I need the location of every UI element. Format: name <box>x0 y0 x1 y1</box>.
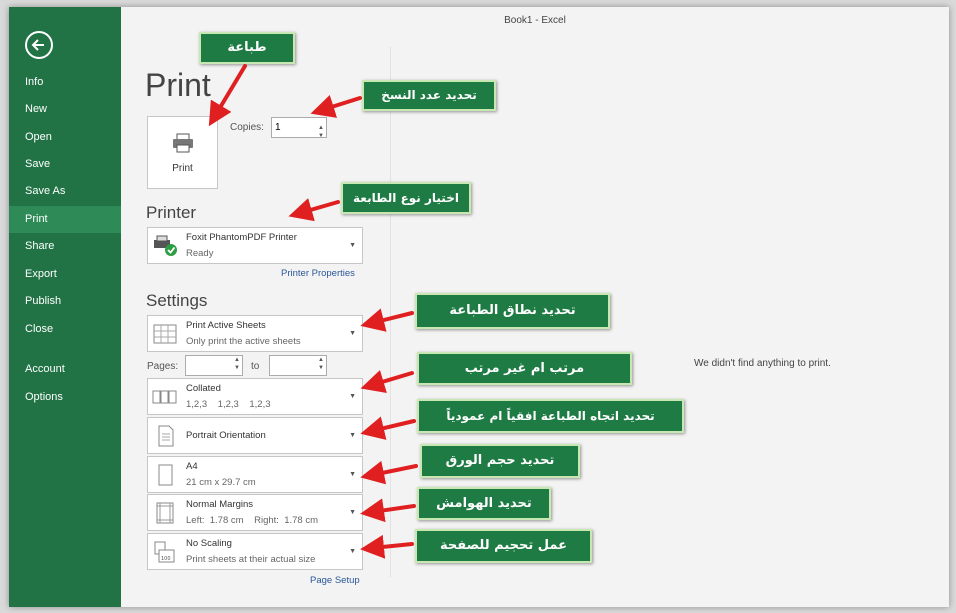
sidebar-item-publish[interactable]: Publish <box>9 288 121 315</box>
chevron-down-icon: ▼ <box>349 330 356 337</box>
callout-scaling: عمل تحجيم للصفحة <box>415 529 592 563</box>
pages-label: Pages: <box>147 361 179 372</box>
orientation-title: Portrait Orientation <box>186 430 266 441</box>
margins-subtitle: Left: 1.78 cm Right: 1.78 cm <box>186 515 319 526</box>
copies-label: Copies: <box>230 122 264 133</box>
sidebar-item-export[interactable]: Export <box>9 261 121 288</box>
paper-size-dropdown[interactable]: A4 21 cm x 29.7 cm ▼ <box>147 456 363 493</box>
sidebar-item-close[interactable]: Close <box>9 316 121 343</box>
print-button[interactable]: Print <box>147 116 218 189</box>
callout-orientation: تحديد اتجاه الطباعة افقياً ام عمودياً <box>417 399 684 433</box>
paper-size-subtitle: 21 cm x 29.7 cm <box>186 477 256 488</box>
printer-icon <box>173 133 193 153</box>
collation-title: Collated <box>186 383 221 394</box>
page-title: Print <box>145 67 211 103</box>
page-setup-link[interactable]: Page Setup <box>310 575 360 586</box>
copies-input[interactable]: 1 ▲ ▼ <box>271 117 327 139</box>
copies-value: 1 <box>275 122 281 133</box>
preview-empty-message: We didn't find anything to print. <box>694 358 831 369</box>
scaling-dropdown[interactable]: 100 No Scaling Print sheets at their act… <box>147 533 363 570</box>
margins-icon <box>156 502 174 524</box>
svg-text:100: 100 <box>161 556 171 562</box>
spin-up-icon[interactable]: ▲ <box>318 357 324 363</box>
paper-icon <box>158 464 173 486</box>
margins-title: Normal Margins <box>186 499 254 510</box>
sheet-grid-icon <box>153 324 177 344</box>
collated-pages-icon <box>152 390 177 404</box>
chevron-down-icon: ▼ <box>349 393 356 400</box>
pages-to-label: to <box>251 361 260 372</box>
margins-dropdown[interactable]: Normal Margins Left: 1.78 cm Right: 1.78… <box>147 494 363 531</box>
print-scope-title: Print Active Sheets <box>186 320 266 331</box>
callout-print: طباعة <box>199 32 295 64</box>
callout-print-range: تحديد نطاق الطباعة <box>415 293 610 329</box>
chevron-down-icon: ▼ <box>349 471 356 478</box>
chevron-down-icon: ▼ <box>349 548 356 555</box>
sidebar-item-options[interactable]: Options <box>9 384 121 411</box>
portrait-page-icon <box>158 425 174 447</box>
printer-properties-link[interactable]: Printer Properties <box>281 268 355 279</box>
callout-paper-size: تحديد حجم الورق <box>420 444 580 478</box>
callout-margins: تحديد الهوامش <box>417 487 551 520</box>
window-title: Book1 - Excel <box>504 15 566 26</box>
spin-down-icon[interactable]: ▼ <box>234 365 240 371</box>
pages-to-input[interactable]: ▲ ▼ <box>269 355 327 376</box>
sidebar-item-info[interactable]: Info <box>9 69 121 96</box>
sidebar-item-new[interactable]: New <box>9 96 121 123</box>
callout-collate: مرتب ام غير مرتب <box>417 352 632 385</box>
scaling-subtitle: Print sheets at their actual size <box>186 554 316 565</box>
back-arrow-icon[interactable] <box>25 31 53 59</box>
printer-status-icon <box>154 235 177 256</box>
printer-dropdown[interactable]: Foxit PhantomPDF Printer Ready ▼ <box>147 227 363 264</box>
printer-name: Foxit PhantomPDF Printer <box>186 232 297 243</box>
preview-divider <box>390 47 391 577</box>
sidebar-item-print[interactable]: Print <box>9 206 121 233</box>
pages-from-input[interactable]: ▲ ▼ <box>185 355 243 376</box>
chevron-down-icon: ▼ <box>349 242 356 249</box>
print-button-label: Print <box>172 163 193 174</box>
spin-down-icon[interactable]: ▼ <box>318 365 324 371</box>
printer-heading: Printer <box>146 203 197 222</box>
chevron-down-icon: ▼ <box>349 509 356 516</box>
print-scope-subtitle: Only print the active sheets <box>186 336 301 347</box>
collation-subtitle: 1,2,3 1,2,3 1,2,3 <box>186 399 271 410</box>
spin-down-icon[interactable]: ▼ <box>318 127 324 146</box>
orientation-dropdown[interactable]: Portrait Orientation ▼ <box>147 417 363 454</box>
spin-up-icon[interactable]: ▲ <box>234 357 240 363</box>
sidebar-item-open[interactable]: Open <box>9 124 121 151</box>
printer-status: Ready <box>186 248 214 259</box>
backstage-sidebar: Info New Open Save Save As Print Share E… <box>9 7 121 607</box>
sidebar-item-save[interactable]: Save <box>9 151 121 178</box>
sidebar-item-account[interactable]: Account <box>9 356 121 383</box>
scaling-title: No Scaling <box>186 538 232 549</box>
sidebar-item-share[interactable]: Share <box>9 233 121 260</box>
scaling-icon: 100 <box>154 541 175 563</box>
paper-size-title: A4 <box>186 461 198 472</box>
chevron-down-icon: ▼ <box>349 432 356 439</box>
collation-dropdown[interactable]: Collated 1,2,3 1,2,3 1,2,3 ▼ <box>147 378 363 415</box>
callout-printer: اختيار نوع الطابعة <box>341 182 471 214</box>
print-scope-dropdown[interactable]: Print Active Sheets Only print the activ… <box>147 315 363 352</box>
callout-copies: تحديد عدد النسخ <box>362 80 496 111</box>
sidebar-item-save-as[interactable]: Save As <box>9 178 121 205</box>
settings-heading: Settings <box>146 291 208 310</box>
